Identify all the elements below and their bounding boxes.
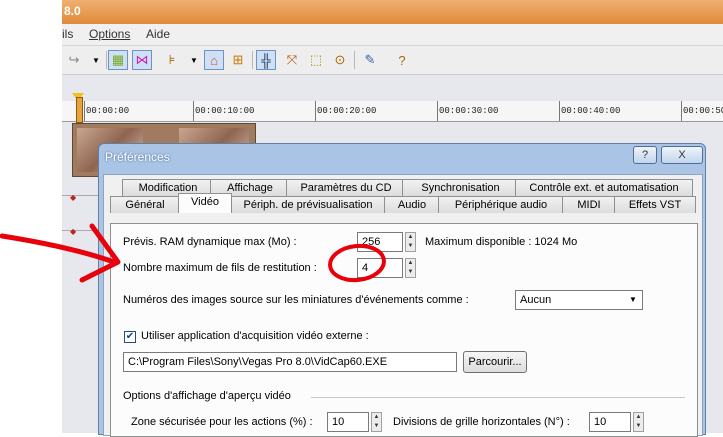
external-capture-checkbox[interactable]: ✔ xyxy=(124,331,136,343)
dialog-body: Modification Affichage Paramètres du CD … xyxy=(103,174,703,437)
arrow-icon[interactable]: ↪ xyxy=(64,50,84,70)
toolbar: ↪ ▼ ▦ ⋈ ⊧ ▼ ⌂ ⊞ ╬ ⤧ ⬚ ⊙ ✎ ? xyxy=(62,46,723,75)
ruler-tick-label: 00:00:50: xyxy=(683,106,723,116)
close-button[interactable]: X xyxy=(661,146,703,164)
tab-periph-previsualisation[interactable]: Périph. de prévisualisation xyxy=(230,196,386,213)
track-marker-icon: ◆ xyxy=(70,227,77,236)
source-numbers-select[interactable]: Aucun ▼ xyxy=(515,290,643,310)
snap-dropdown-icon[interactable]: ▼ xyxy=(184,50,204,70)
browse-button[interactable]: Parcourir... xyxy=(463,351,527,373)
source-numbers-label: Numéros des images source sur les miniat… xyxy=(123,294,469,306)
track-marker-icon: ◆ xyxy=(70,193,77,202)
dropdown-icon[interactable]: ▼ xyxy=(86,50,106,70)
grid-divisions-label: Divisions de grille horizontales (N°) : xyxy=(393,416,570,428)
chevron-down-icon[interactable]: ▼ xyxy=(626,293,640,307)
menu-help[interactable]: Aide xyxy=(146,27,170,41)
help-button[interactable]: ? xyxy=(633,146,657,164)
tab-effets-vst[interactable]: Effets VST xyxy=(614,196,696,213)
preferences-dialog: Préférences ? X Modification Affichage P… xyxy=(98,143,706,437)
dialog-title: Préférences xyxy=(105,150,170,164)
external-capture-label: Utiliser application d'acquisition vidéo… xyxy=(141,330,369,342)
ruler-tick-label: 00:00:00 xyxy=(86,106,130,116)
ruler-tick-label: 00:00:10:00 xyxy=(195,106,255,116)
tab-audio[interactable]: Audio xyxy=(384,196,440,213)
envelope-tool-icon[interactable]: ⤧ xyxy=(282,50,302,70)
menu-bar: ils Options Aide xyxy=(62,24,723,46)
tab-peripherique-audio[interactable]: Périphérique audio xyxy=(438,196,564,213)
zoom-tool-icon[interactable]: ⊙ xyxy=(330,50,350,70)
ruler-tick-label: 00:00:40:00 xyxy=(561,106,621,116)
snap-icon[interactable]: ⊧ xyxy=(162,50,182,70)
tab-general[interactable]: Général xyxy=(110,196,180,213)
render-threads-label: Nombre maximum de fils de restitution : xyxy=(123,262,317,274)
ram-preview-input[interactable] xyxy=(357,232,403,252)
tab-midi[interactable]: MIDI xyxy=(562,196,616,213)
video-tab-panel: Prévis. RAM dynamique max (Mo) : ▲▼ Maxi… xyxy=(110,223,698,437)
app-title: 8.0 xyxy=(64,4,81,18)
tab-video[interactable]: Vidéo xyxy=(178,193,232,213)
render-threads-input[interactable] xyxy=(357,258,403,278)
tab-controle-ext[interactable]: Contrôle ext. et automatisation xyxy=(515,179,693,196)
menu-options[interactable]: Options xyxy=(89,27,130,41)
safe-zone-input[interactable] xyxy=(327,412,369,432)
time-ruler[interactable]: 00:00:00 00:00:10:00 00:00:20:00 00:00:3… xyxy=(62,101,723,122)
tab-parametres-cd[interactable]: Paramètres du CD xyxy=(286,179,406,196)
group-divider xyxy=(311,397,685,398)
ruler-tick-label: 00:00:20:00 xyxy=(317,106,377,116)
ruler-tick-label: 00:00:30:00 xyxy=(439,106,499,116)
capture-path-field[interactable]: C:\Program Files\Sony\Vegas Pro 8.0\VidC… xyxy=(123,352,457,372)
playhead-icon[interactable] xyxy=(76,97,83,123)
normal-edit-tool-icon[interactable]: ╬ xyxy=(256,50,276,70)
safe-zone-label: Zone sécurisée pour les actions (%) : xyxy=(131,416,313,428)
selection-tool-icon[interactable]: ⬚ xyxy=(306,50,326,70)
ram-available-text: Maximum disponible : 1024 Mo xyxy=(425,236,578,248)
lock-envelope-icon[interactable]: ⌂ xyxy=(204,50,224,70)
ignore-grouping-icon[interactable]: ⊞ xyxy=(228,50,248,70)
app-title-bar: 8.0 xyxy=(62,0,723,24)
ram-preview-label: Prévis. RAM dynamique max (Mo) : xyxy=(123,236,297,248)
source-numbers-value: Aucun xyxy=(520,294,552,306)
ripple-edit-icon[interactable]: ▦ xyxy=(108,50,128,70)
tab-synchronisation[interactable]: Synchronisation xyxy=(402,179,519,196)
menu-tools[interactable]: ils xyxy=(62,27,73,41)
auto-crossfade-icon[interactable]: ⋈ xyxy=(132,50,152,70)
grid-divisions-input[interactable] xyxy=(589,412,631,432)
edit-properties-icon[interactable]: ✎ xyxy=(360,50,380,70)
preview-options-group-label: Options d'affichage d'aperçu vidéo xyxy=(123,390,291,402)
whats-this-help-icon[interactable]: ? xyxy=(392,50,412,70)
